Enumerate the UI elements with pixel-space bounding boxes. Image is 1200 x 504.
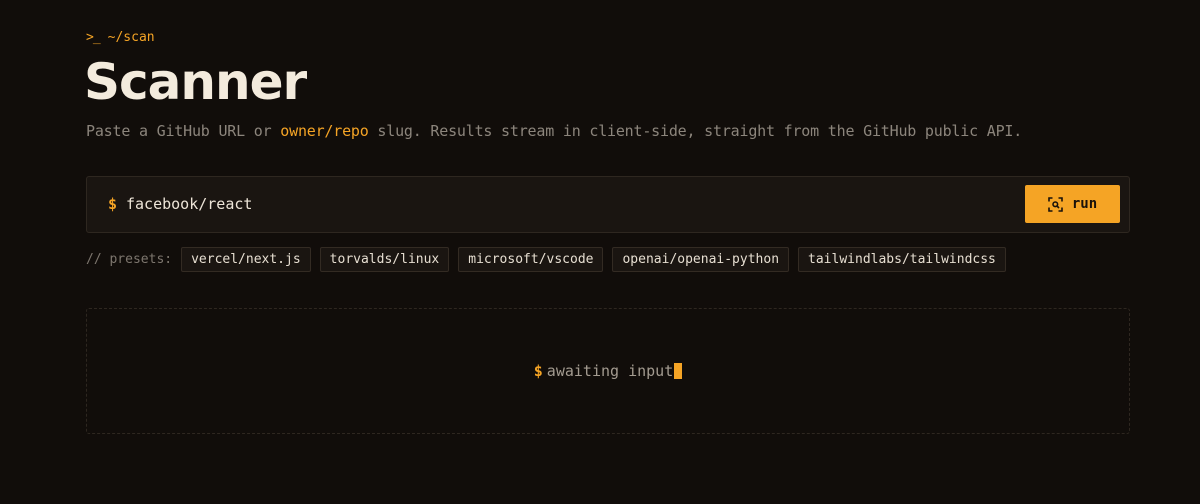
- page-subtitle: Paste a GitHub URL or owner/repo slug. R…: [86, 122, 1022, 140]
- terminal-prompt-icon: >_: [86, 30, 101, 45]
- preset-chip[interactable]: tailwindlabs/tailwindcss: [798, 247, 1006, 272]
- blinking-cursor: [674, 363, 683, 379]
- subtitle-text-after: slug. Results stream in client-side, str…: [368, 122, 1023, 140]
- subtitle-highlight: owner/repo: [280, 122, 369, 140]
- presets-row: // presets: vercel/next.js torvalds/linu…: [86, 247, 1006, 272]
- breadcrumb-path: ~/scan: [107, 30, 155, 45]
- breadcrumb: >_ ~/scan: [86, 30, 155, 45]
- output-panel: $ awaiting input: [86, 308, 1130, 434]
- presets-label: // presets:: [86, 252, 173, 267]
- subtitle-text-before: Paste a GitHub URL or: [86, 122, 281, 140]
- scan-icon: [1048, 196, 1063, 212]
- output-status-text: awaiting input: [546, 362, 674, 380]
- run-button-label: run: [1071, 196, 1098, 212]
- output-prompt: $: [533, 362, 543, 380]
- repo-input-bar: $ run: [86, 176, 1130, 233]
- preset-chip[interactable]: microsoft/vscode: [458, 247, 604, 272]
- page-title: Scanner: [84, 53, 307, 111]
- preset-chip[interactable]: torvalds/linux: [319, 247, 450, 272]
- preset-chip[interactable]: vercel/next.js: [181, 247, 311, 272]
- preset-chip[interactable]: openai/openai-python: [612, 247, 790, 272]
- run-button[interactable]: run: [1025, 185, 1120, 223]
- repo-input[interactable]: [126, 191, 1006, 217]
- input-prompt: $: [108, 195, 118, 213]
- output-status: $ awaiting input: [87, 362, 1129, 380]
